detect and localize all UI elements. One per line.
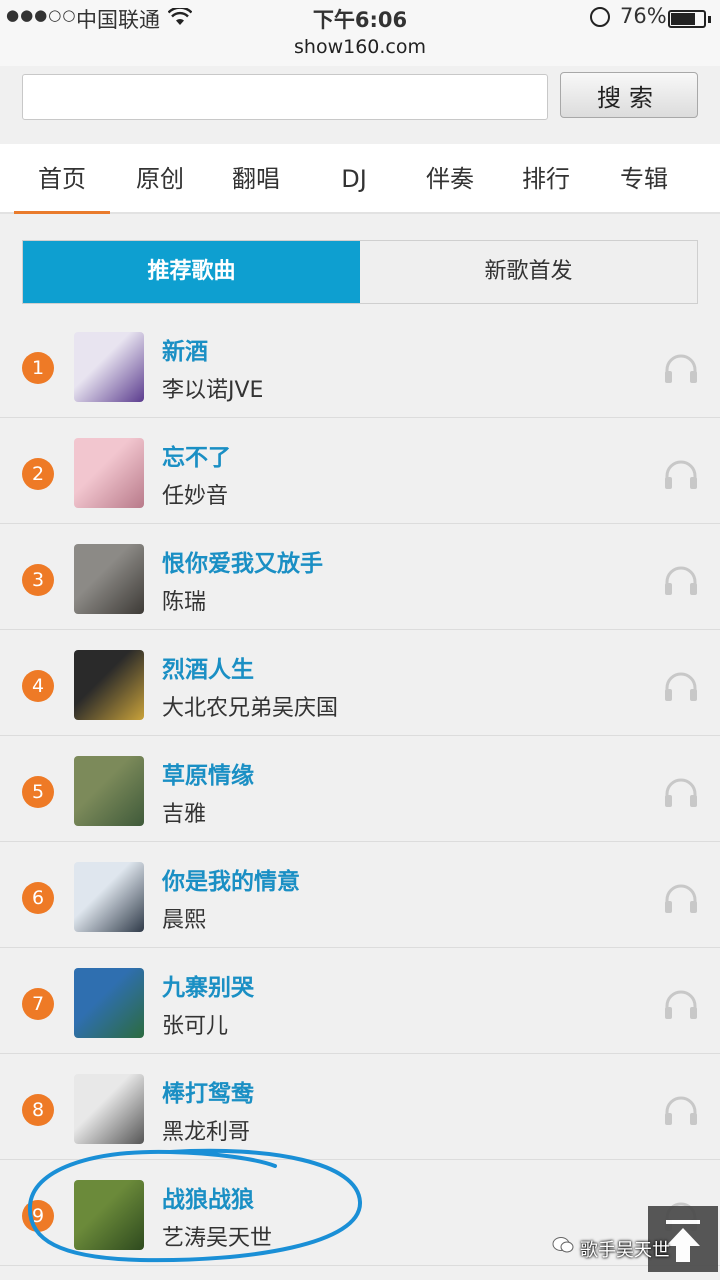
- battery-percent: 76%: [620, 4, 667, 28]
- tab-3[interactable]: DJ: [306, 144, 402, 214]
- song-artist[interactable]: 艺涛吴天世: [162, 1220, 272, 1252]
- tab-recommended-songs[interactable]: 推荐歌曲: [23, 241, 360, 303]
- song-row[interactable]: 5 草原情缘吉雅: [0, 736, 720, 842]
- song-row[interactable]: 3 恨你爱我又放手 陈瑞: [0, 524, 720, 630]
- song-title[interactable]: 棒打鸳鸯: [162, 1074, 254, 1108]
- song-row[interactable]: 2 忘不了任妙音: [0, 418, 720, 524]
- song-title[interactable]: 烈酒人生: [162, 650, 254, 684]
- song-row[interactable]: 7 九寨别哭张可儿: [0, 948, 720, 1054]
- song-row[interactable]: 1 新酒李以诺JVE: [0, 312, 720, 418]
- tab-2[interactable]: 翻唱: [208, 144, 304, 214]
- album-cover[interactable]: [74, 1180, 144, 1250]
- headphone-icon[interactable]: [664, 566, 698, 596]
- album-cover[interactable]: [74, 968, 144, 1038]
- album-cover[interactable]: [74, 650, 144, 720]
- song-title[interactable]: 恨你爱我又放手: [162, 544, 323, 578]
- song-title[interactable]: 战狼战狼: [162, 1180, 254, 1214]
- headphone-icon[interactable]: [664, 1096, 698, 1126]
- headphone-icon[interactable]: [664, 778, 698, 808]
- address-bar-url[interactable]: show160.com: [0, 36, 720, 58]
- rank-badge: 3: [22, 564, 54, 596]
- song-title[interactable]: 你是我的情意: [162, 862, 300, 896]
- wechat-logo-icon: [552, 1237, 574, 1253]
- rank-badge: 6: [22, 882, 54, 914]
- tab-6[interactable]: 专辑: [596, 144, 692, 214]
- song-row[interactable]: 4 烈酒人生大北农兄弟吴庆国: [0, 630, 720, 736]
- rank-badge: 4: [22, 670, 54, 702]
- rotation-lock-icon: [590, 7, 610, 27]
- rank-badge: 7: [22, 988, 54, 1020]
- rank-badge: 2: [22, 458, 54, 490]
- song-artist[interactable]: 黑龙利哥: [162, 1114, 250, 1146]
- search-button[interactable]: 搜索: [560, 72, 698, 118]
- rank-badge: 1: [22, 352, 54, 384]
- headphone-icon[interactable]: [664, 460, 698, 490]
- song-row[interactable]: 6 你是我的情意 晨熙: [0, 842, 720, 948]
- album-cover[interactable]: [74, 544, 144, 614]
- battery-nub: [708, 16, 711, 23]
- album-cover[interactable]: [74, 332, 144, 402]
- watermark: 歌手吴天世: [580, 1240, 670, 1261]
- status-bar: ●●●○○ 中国联通 下午6:06 76% show160.com: [0, 0, 720, 66]
- song-artist[interactable]: 大北农兄弟吴庆国: [162, 690, 338, 722]
- tab-1[interactable]: 原创: [112, 144, 208, 214]
- headphone-icon[interactable]: [664, 884, 698, 914]
- song-artist[interactable]: 李以诺JVE: [162, 372, 263, 404]
- battery-level: [671, 13, 696, 25]
- search-input[interactable]: [22, 74, 548, 120]
- rank-badge: 9: [22, 1200, 54, 1232]
- song-title[interactable]: 九寨别哭: [162, 968, 254, 1002]
- search-bar: 搜索: [0, 66, 720, 144]
- song-artist[interactable]: 张可儿: [162, 1008, 228, 1040]
- song-artist[interactable]: 吉雅: [162, 796, 206, 828]
- tab-0[interactable]: 首页: [14, 144, 110, 214]
- headphone-icon[interactable]: [664, 672, 698, 702]
- song-title[interactable]: 忘不了: [162, 438, 231, 472]
- tab-5[interactable]: 排行: [498, 144, 594, 214]
- battery-icon: [668, 10, 706, 28]
- clock: 下午6:06: [312, 8, 408, 32]
- song-title[interactable]: 新酒: [162, 332, 208, 366]
- song-title[interactable]: 草原情缘: [162, 756, 254, 790]
- album-cover[interactable]: [74, 438, 144, 508]
- album-cover[interactable]: [74, 862, 144, 932]
- song-row[interactable]: 8 棒打鸳鸯黑龙利哥: [0, 1054, 720, 1160]
- song-artist[interactable]: 任妙音: [162, 478, 228, 510]
- rank-badge: 8: [22, 1094, 54, 1126]
- headphone-icon[interactable]: [664, 354, 698, 384]
- headphone-icon[interactable]: [664, 990, 698, 1020]
- tab-new-releases[interactable]: 新歌首发: [360, 241, 697, 303]
- song-artist[interactable]: 晨熙: [162, 902, 206, 934]
- song-subtabs: 推荐歌曲 新歌首发: [22, 240, 698, 304]
- category-nav: 首页 原创 翻唱 DJ 伴奏 排行 专辑: [0, 144, 720, 214]
- tab-4[interactable]: 伴奏: [402, 144, 498, 214]
- album-cover[interactable]: [74, 756, 144, 826]
- album-cover[interactable]: [74, 1074, 144, 1144]
- song-artist[interactable]: 陈瑞: [162, 584, 206, 616]
- rank-badge: 5: [22, 776, 54, 808]
